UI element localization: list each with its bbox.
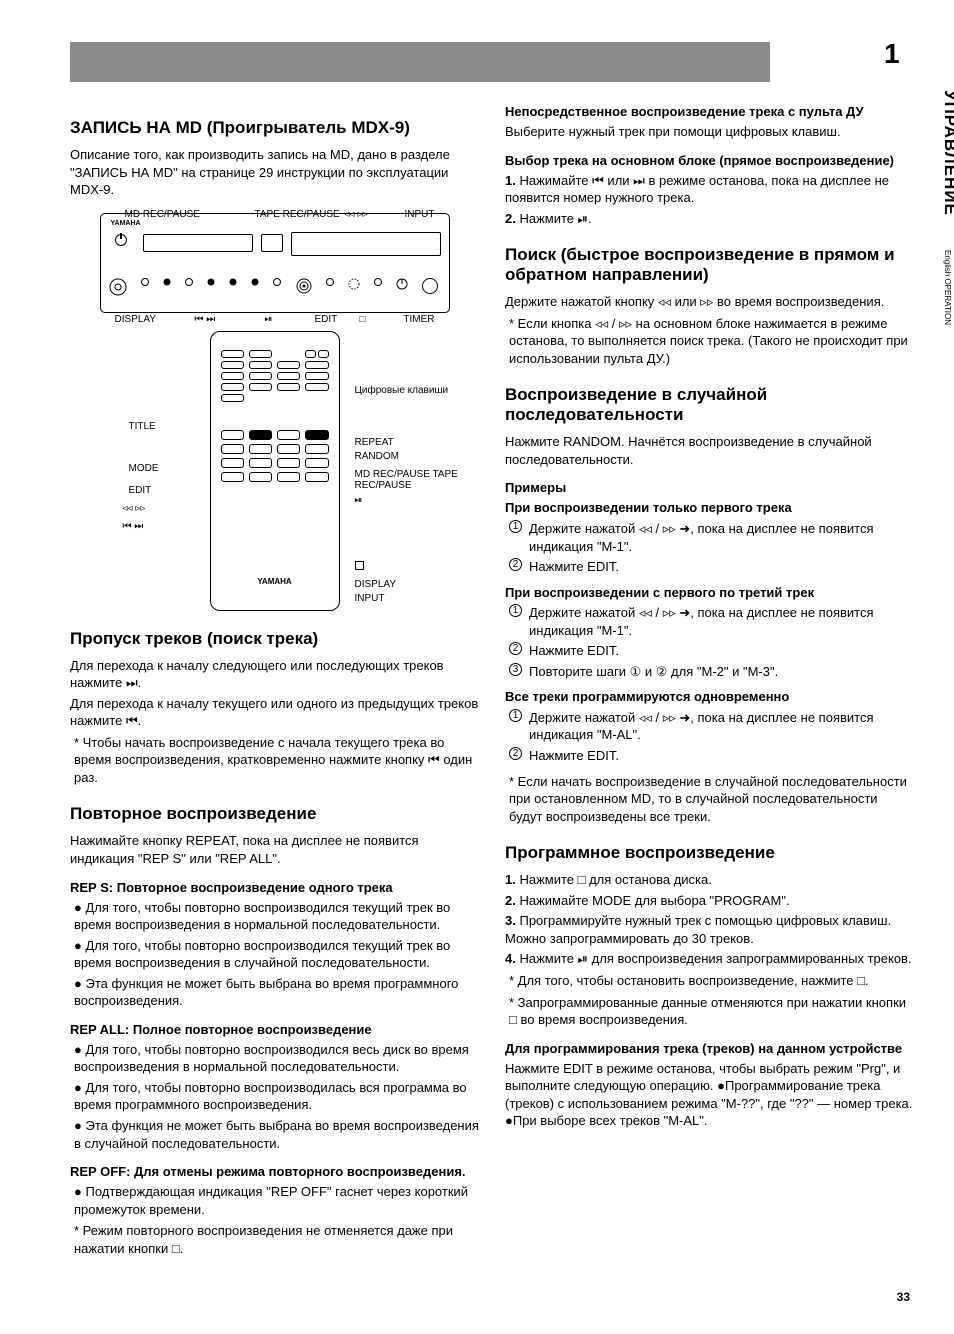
lbl-disp: DISPLAY	[115, 314, 157, 325]
skip-note: * Чтобы начать воспроизведение с начала …	[74, 734, 479, 787]
prog-title: Программное воспроизведение	[505, 843, 914, 863]
prog-2: Нажимайте MODE для выбора "PROGRAM".	[519, 893, 789, 908]
remote-diagram: YAMAHA	[210, 331, 340, 611]
repall-item-0: ● Для того, чтобы повторно воспроизводил…	[74, 1041, 479, 1076]
rr-input: INPUT	[355, 593, 385, 604]
page-number-top: 1	[884, 38, 900, 70]
remote-skip-title: Непосредственное воспроизведение трека с…	[505, 104, 914, 119]
prog-1: Нажмите □ для останова диска.	[519, 872, 711, 887]
front-panel-diagram: YAMAHA	[100, 213, 450, 313]
repeat-body1: Нажимайте кнопку REPEAT, пока на дисплее…	[70, 832, 479, 867]
search-note: * Если кнопка ◃◃ / ▹▹ на основном блоке …	[509, 315, 914, 368]
ex-title: Примеры	[505, 480, 914, 495]
ex2-s1: Держите нажатой ◃◃ / ▹▹ ➜, пока на диспл…	[529, 605, 874, 638]
lbl-edit: EDIT	[315, 314, 338, 325]
prog-unit-body: Нажмите EDIT в режиме останова, чтобы вы…	[505, 1060, 914, 1130]
repeat-title: Повторное воспроизведение	[70, 804, 479, 824]
skip-body2: Для перехода к началу текущего или одног…	[70, 695, 479, 730]
rr-rep: REPEAT	[355, 437, 394, 448]
ex1-s1: Держите нажатой ◃◃ / ▹▹ ➜, пока на диспл…	[529, 521, 874, 554]
rep-item-1: ● Для того, чтобы повторно воспроизводил…	[74, 937, 479, 972]
header-bar	[70, 42, 770, 82]
skip-body1: Для перехода к началу следующего или пос…	[70, 657, 479, 692]
repeat-single: REP S: Повторное воспроизведение одного …	[70, 880, 479, 895]
repoff-item: ● Подтверждающая индикация "REP OFF" гас…	[74, 1183, 479, 1218]
ex2-title: При воспроизведении с первого по третий …	[505, 584, 914, 602]
sel-step1: Нажимайте ⏮ или ⏭ в режиме останова, пок…	[505, 173, 889, 206]
ex2-s3: Повторите шаги ① и ② для "M-2" и "M-3".	[529, 664, 778, 679]
select-title: Выбор трека на основном блоке (прямое во…	[505, 153, 914, 168]
repall-item-1: ● Для того, чтобы повторно воспроизводил…	[74, 1079, 479, 1114]
intro-body: Описание того, как производить запись на…	[70, 146, 479, 199]
ex3-s1: Держите нажатой ◃◃ / ▹▹ ➜, пока на диспл…	[529, 710, 874, 743]
lbl-play: ⏯	[265, 314, 273, 325]
rep-item-0: ● Для того, чтобы повторно воспроизводил…	[74, 899, 479, 934]
random-title: Воспроизведение в случайной последовател…	[505, 385, 914, 425]
intro-title: ЗАПИСЬ НА MD (Проигрыватель MDX-9)	[70, 118, 479, 138]
side-label-english: English OPERATION	[943, 250, 952, 325]
remote-skip-body: Выберите нужный трек при помощи цифровых…	[505, 123, 914, 141]
lbl-skip: ⏮ ⏭	[195, 314, 216, 325]
rl-skip: ⏮ ⏭	[123, 521, 144, 532]
ex3-s2: Нажмите EDIT.	[529, 748, 619, 763]
rl-search: ◃◃ ▹▹	[123, 503, 146, 514]
rep-item-2: ● Эта функция не может быть выбрана во в…	[74, 975, 479, 1010]
repeat-note: * Режим повторного воспроизведения не от…	[74, 1222, 479, 1257]
prog-cancel: * Запрограммированные данные отменяются …	[509, 994, 914, 1029]
repeat-all: REP ALL: Полное повторное воспроизведени…	[70, 1022, 479, 1037]
ex1-s2: Нажмите EDIT.	[529, 559, 619, 574]
random-end-note: * Если начать воспроизведение в случайно…	[509, 773, 914, 826]
ex2-s2: Нажмите EDIT.	[529, 643, 619, 658]
sel-step2: Нажмите ⏯.	[519, 211, 591, 226]
page-footer: 33	[70, 1290, 914, 1304]
prog-unit-title: Для программирования трека (треков) на д…	[505, 1041, 914, 1056]
skip-title: Пропуск треков (поиск трека)	[70, 629, 479, 649]
rl-edit: EDIT	[129, 485, 152, 496]
rr-disp: DISPLAY	[355, 579, 397, 590]
repeat-off: REP OFF: Для отмены режима повторного во…	[70, 1164, 479, 1179]
random-body: Нажмите RANDOM. Начнётся воспроизведение…	[505, 433, 914, 468]
rr-num: Цифровые клавиши	[355, 385, 449, 396]
rr-recp: MD REC/PAUSE TAPE REC/PAUSE	[355, 469, 475, 491]
side-label-vertical: УПРАВЛЕНИЕ	[940, 90, 954, 216]
ex1-title: При воспроизведении только первого трека	[505, 499, 914, 517]
rr-play: ⏯	[355, 495, 363, 506]
prog-stop: * Для того, чтобы остановить воспроизвед…	[509, 972, 914, 990]
search-title: Поиск (быстрое воспроизведение в прямом …	[505, 245, 914, 285]
prog-4: Нажмите ⏯ для воспроизведения запрограмм…	[519, 951, 911, 966]
rl-mode: MODE	[129, 463, 159, 474]
search-body: Держите нажатой кнопку ◃◃ или ▹▹ во врем…	[505, 293, 914, 311]
repall-item-2: ● Эта функция не может быть выбрана во в…	[74, 1117, 479, 1152]
prog-3: Программируйте нужный трек с помощью циф…	[505, 913, 891, 946]
rl-title: TITLE	[129, 421, 156, 432]
ex3-title: Все треки программируются одновременно	[505, 688, 914, 706]
rr-rand: RANDOM	[355, 451, 399, 462]
